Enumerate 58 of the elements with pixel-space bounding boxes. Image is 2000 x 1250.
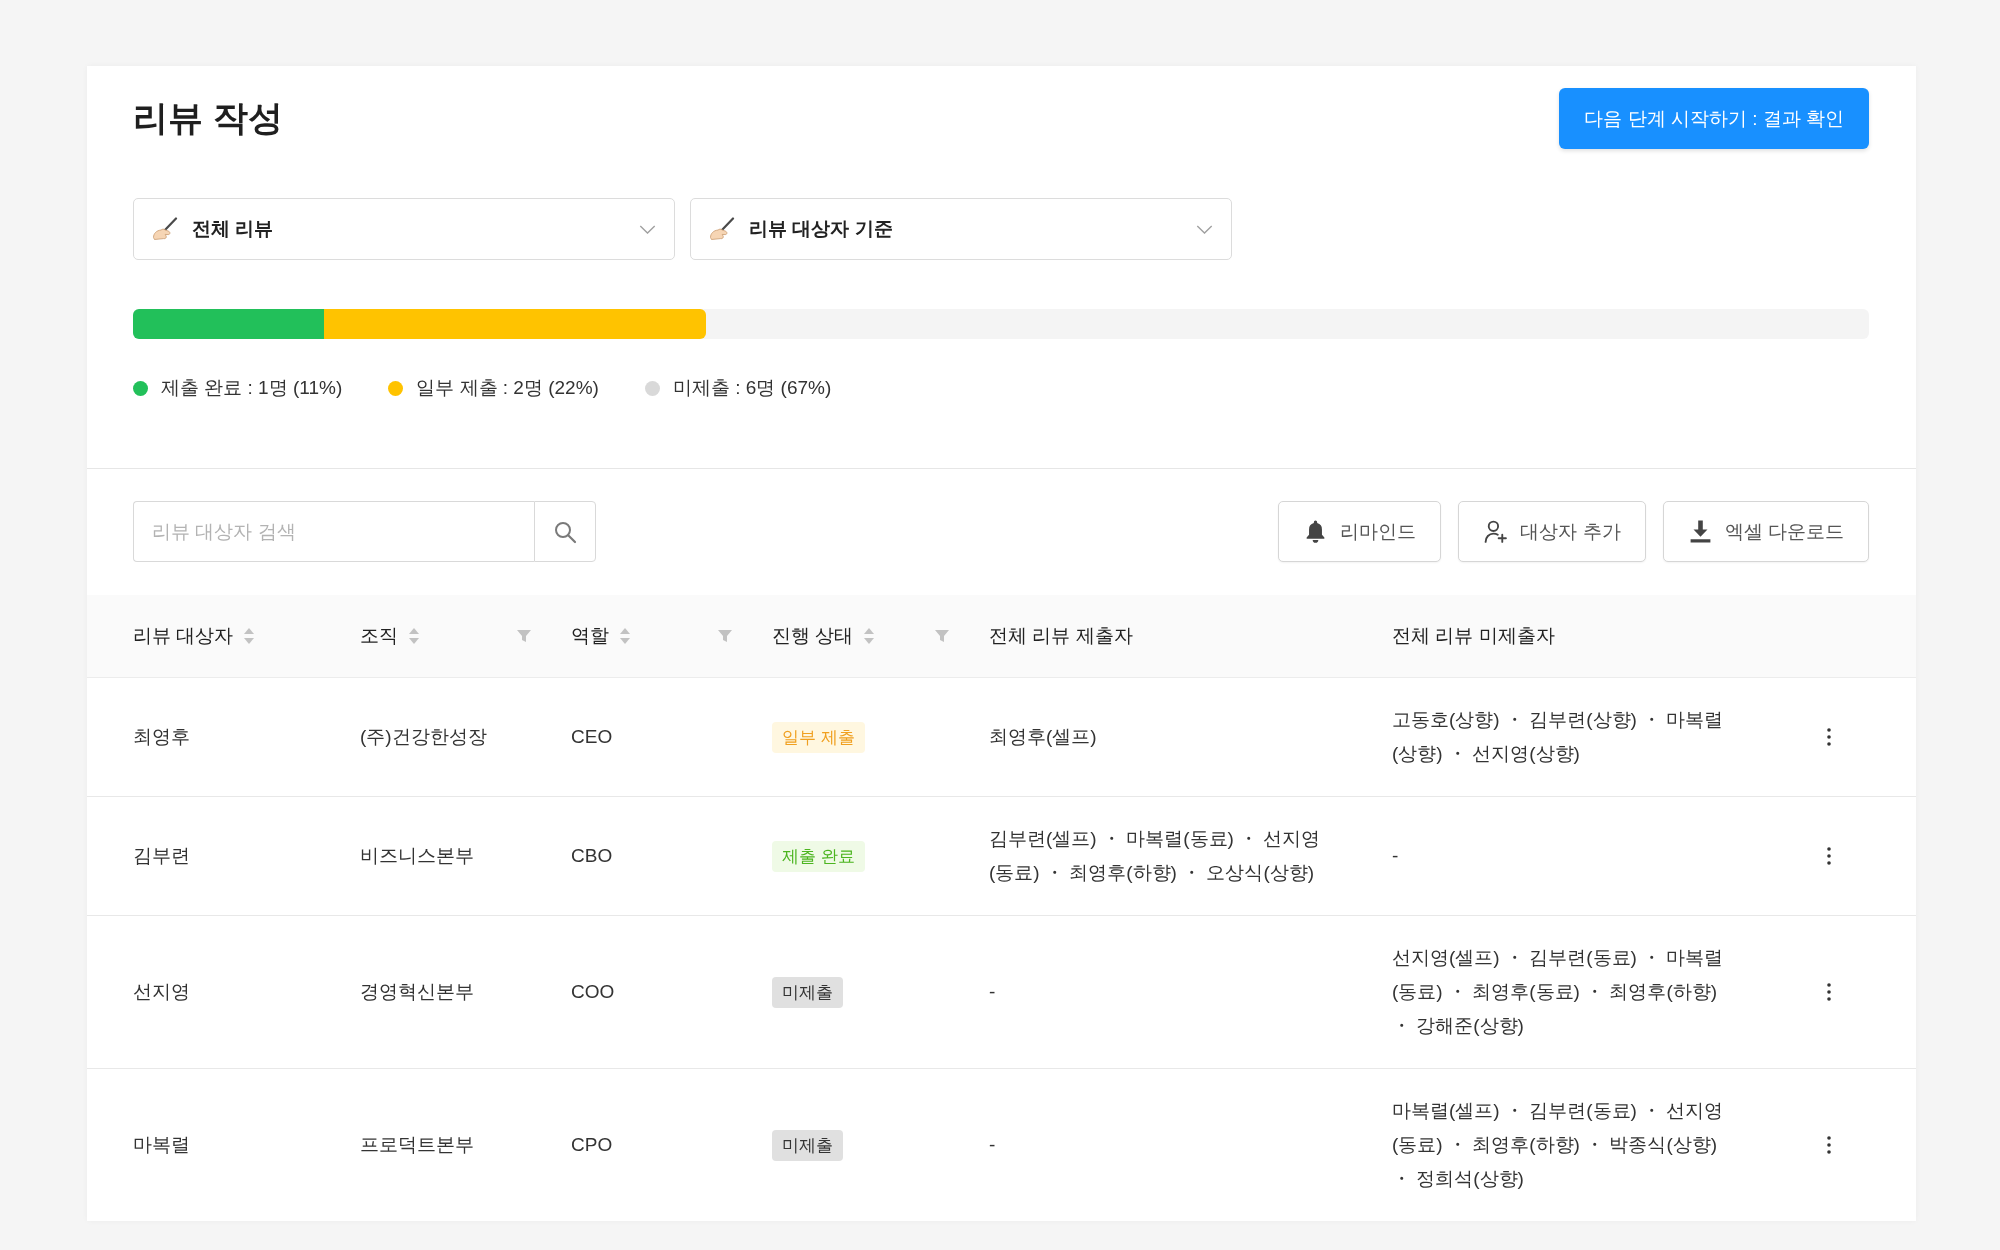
table-cell-text: 선지영(셀프) ・ 김부련(동료) ・ 마복렬(동료) ・ 최영후(동료) ・ 최영후(하향) ・ 강해준(상향): [1392, 946, 1725, 1038]
table-cell-text: 김부련: [133, 844, 190, 868]
chevron-down-icon: [1196, 224, 1213, 234]
table-cell-text: CBO: [571, 844, 613, 868]
page-title: 리뷰 작성: [133, 97, 283, 139]
table-cell-text: -: [1392, 844, 1399, 868]
table-cell-text: -: [989, 1133, 996, 1157]
person-plus-icon: [1483, 519, 1509, 544]
column-header[interactable]: 리뷰 대상자: [133, 623, 234, 649]
column-header[interactable]: 조직: [360, 623, 398, 649]
remind-button[interactable]: 리마인드: [1278, 501, 1442, 562]
table-cell-text: 최영후: [133, 725, 190, 749]
sort-icon[interactable]: [409, 628, 419, 644]
table-cell-text: CEO: [571, 725, 613, 749]
status-tag: 미제출: [772, 977, 843, 1008]
add-target-button[interactable]: 대상자 추가: [1458, 501, 1646, 562]
writing-hand-icon: [152, 217, 178, 241]
table-cell-text: 고동호(상향) ・ 김부련(상향) ・ 마복렬(상향) ・ 선지영(상향): [1392, 708, 1725, 766]
search-button[interactable]: [534, 501, 596, 562]
filter-icon[interactable]: [517, 630, 531, 642]
table-cell-text: (주)건강한성장: [360, 725, 487, 749]
column-header[interactable]: 역할: [571, 623, 609, 649]
status-tag: 일부 제출: [772, 722, 865, 753]
sort-icon[interactable]: [244, 628, 255, 644]
sort-icon[interactable]: [864, 628, 875, 644]
status-tag: 제출 완료: [772, 841, 865, 872]
table-cell-text: 프로덕트본부: [360, 1133, 474, 1157]
search-icon: [553, 519, 577, 544]
legend-label: 미제출 : 6명 (67%): [672, 376, 832, 400]
table-cell-text: -: [989, 980, 996, 1004]
table-cell-text: 경영혁신본부: [360, 980, 474, 1004]
table-cell-text: 마복렬(셀프) ・ 김부련(동료) ・ 선지영(동료) ・ 최영후(하향) ・ 박종식(상향) ・ 정희석(상향): [1392, 1099, 1725, 1191]
filter-icon[interactable]: [935, 630, 949, 642]
dropdown[interactable]: 리뷰 대상자 기준: [690, 198, 1232, 260]
more-options-icon[interactable]: [1827, 728, 1831, 746]
column-header: 전체 리뷰 미제출자: [1392, 624, 1555, 648]
status-tag: 미제출: [772, 1130, 843, 1161]
more-options-icon[interactable]: [1827, 847, 1831, 865]
writing-hand-icon: [709, 217, 735, 241]
dropdown[interactable]: 전체 리뷰: [133, 198, 675, 260]
table-cell-text: 비즈니스본부: [360, 844, 474, 868]
excel-download-button[interactable]: 엑셀 다운로드: [1662, 501, 1869, 562]
legend-label: 일부 제출 : 2명 (22%): [416, 376, 599, 400]
chevron-down-icon: [639, 224, 656, 234]
more-options-icon[interactable]: [1827, 1136, 1831, 1154]
table-cell-text: 마복렬: [133, 1133, 190, 1157]
table-cell-text: 김부련(셀프) ・ 마복렬(동료) ・ 선지영(동료) ・ 최영후(하향) ・ 오상식(상향): [989, 827, 1322, 885]
table-cell-text: CPO: [571, 1133, 613, 1157]
more-options-icon[interactable]: [1827, 983, 1831, 1001]
column-header: 전체 리뷰 제출자: [989, 624, 1133, 648]
search-input[interactable]: 리뷰 대상자 검색: [133, 501, 534, 562]
filter-icon[interactable]: [718, 630, 732, 642]
table-cell-text: COO: [571, 980, 615, 1004]
table-cell-text: 선지영: [133, 980, 190, 1004]
sort-icon[interactable]: [620, 628, 630, 644]
legend-label: 제출 완료 : 1명 (11%): [161, 376, 343, 400]
table-cell-text: 최영후(셀프): [989, 725, 1097, 749]
column-header[interactable]: 진행 상태: [772, 623, 854, 649]
